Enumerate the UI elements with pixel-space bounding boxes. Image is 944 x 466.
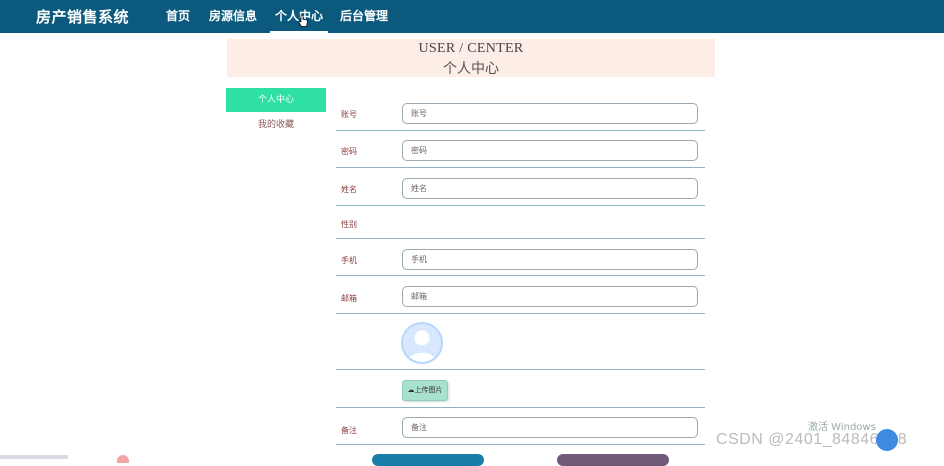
phone-label: 手机 bbox=[341, 256, 357, 265]
form-row-name: 姓名 姓名 bbox=[336, 167, 705, 206]
banner-title-en: USER / CENTER bbox=[418, 41, 524, 56]
avatar-image bbox=[401, 322, 443, 364]
notification-dot-icon bbox=[117, 455, 129, 463]
sidebar-item-favorites[interactable]: 我的收藏 bbox=[226, 113, 326, 137]
update-info-button[interactable] bbox=[372, 454, 484, 466]
remark-label: 备注 bbox=[341, 426, 357, 435]
hand-cursor-icon bbox=[298, 14, 308, 27]
password-input[interactable]: 密码 bbox=[402, 140, 698, 161]
sidebar-item-user-center[interactable]: 个人中心 bbox=[226, 88, 326, 112]
form-row-upload bbox=[336, 369, 705, 408]
password-label: 密码 bbox=[341, 147, 357, 156]
email-input[interactable]: 邮箱 bbox=[402, 286, 698, 307]
name-label: 姓名 bbox=[341, 185, 357, 194]
gender-label: 性别 bbox=[341, 220, 357, 229]
upload-image-button[interactable]: ☁上传图片 bbox=[402, 380, 448, 401]
user-silhouette-icon bbox=[408, 330, 436, 362]
account-input[interactable]: 账号 bbox=[402, 103, 698, 124]
bottom-taskbar-fragment bbox=[0, 455, 68, 459]
floating-action-icon[interactable] bbox=[876, 429, 898, 451]
cloud-upload-icon: ☁ bbox=[407, 386, 415, 394]
form-row-phone: 手机 手机 bbox=[336, 238, 705, 276]
nav-admin[interactable]: 后台管理 bbox=[340, 0, 388, 33]
form-row-email: 邮箱 邮箱 bbox=[336, 275, 705, 314]
email-label: 邮箱 bbox=[341, 294, 357, 303]
site-title: 房产销售系统 bbox=[36, 8, 130, 26]
top-navigation-bar: 房产销售系统 首页 房源信息 个人中心 后台管理 bbox=[0, 0, 944, 33]
logout-button[interactable] bbox=[557, 454, 669, 466]
remark-input[interactable]: 备注 bbox=[402, 417, 698, 438]
form-row-avatar bbox=[336, 313, 705, 370]
nav-home[interactable]: 首页 bbox=[166, 0, 190, 33]
form-row-remark: 备注 备注 bbox=[336, 407, 705, 445]
phone-input[interactable]: 手机 bbox=[402, 249, 698, 270]
nav-houses[interactable]: 房源信息 bbox=[209, 0, 257, 33]
account-label: 账号 bbox=[341, 110, 357, 119]
upload-button-label: 上传图片 bbox=[414, 386, 443, 394]
form-row-gender: 性别 bbox=[336, 205, 705, 239]
form-row-password: 密码 密码 bbox=[336, 130, 705, 168]
form-row-account: 账号 账号 bbox=[336, 96, 705, 131]
page-banner: USER / CENTER 个人中心 bbox=[227, 39, 715, 77]
name-input[interactable]: 姓名 bbox=[402, 178, 698, 199]
banner-title-cn: 个人中心 bbox=[443, 62, 499, 77]
